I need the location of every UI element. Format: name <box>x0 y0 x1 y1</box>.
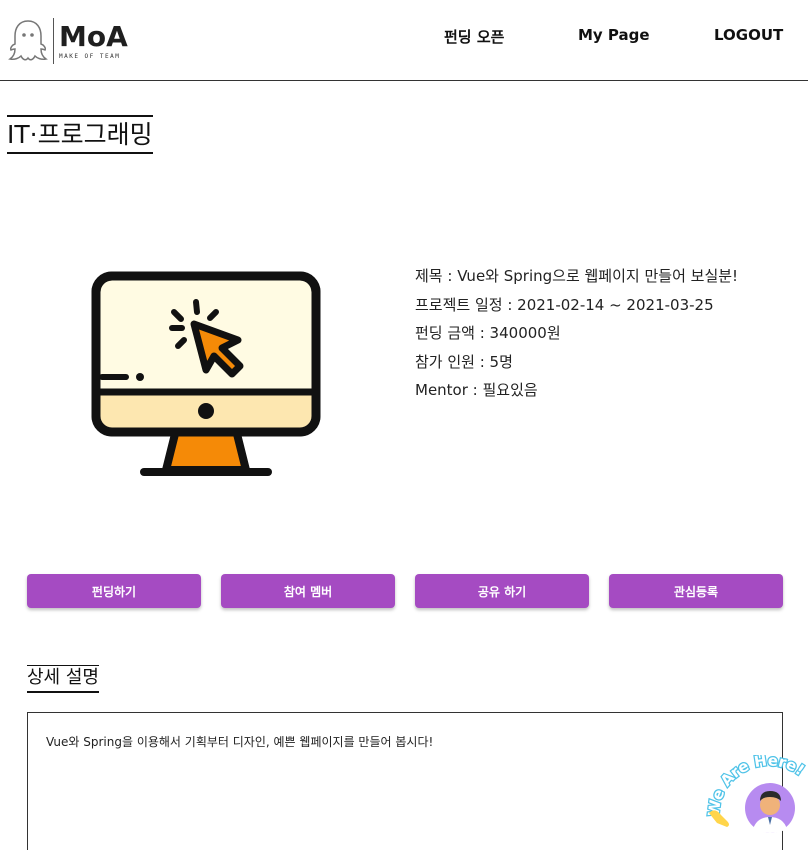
project-funding-amount: 펀딩 금액 : 340000원 <box>415 324 561 342</box>
nav-logout[interactable]: LOGOUT <box>714 26 783 44</box>
chat-avatar-icon[interactable]: We Are Here! <box>705 755 808 850</box>
interest-button[interactable]: 관심등록 <box>609 574 783 608</box>
nav-open-funding[interactable]: 펀딩 오픈 <box>444 26 504 47</box>
members-button[interactable]: 참여 멤버 <box>221 574 395 608</box>
header: MoA MAKE OF TEAM 펀딩 오픈 My Page LOGOUT <box>0 0 808 81</box>
nav-my-page[interactable]: My Page <box>578 26 650 44</box>
logo-divider <box>53 18 54 64</box>
project-info: 제목 : Vue와 Spring으로 웹페이지 만들어 보실분! 프로젝트 일정… <box>415 263 738 406</box>
project-mentor: Mentor : 필요있음 <box>415 381 538 399</box>
logo-wordmark: MoA <box>59 19 128 53</box>
detail-text: Vue와 Spring을 이용해서 기획부터 디자인, 예쁜 웹페이지를 만들어… <box>46 735 434 749</box>
project-title: 제목 : Vue와 Spring으로 웹페이지 만들어 보실분! <box>415 267 739 285</box>
fund-button[interactable]: 펀딩하기 <box>27 574 201 608</box>
logo-text: MoA MAKE OF TEAM <box>59 19 128 60</box>
category-title: IT·프로그래밍 <box>7 115 153 154</box>
detail-title: 상세 설명 <box>27 665 99 693</box>
project-schedule: 프로젝트 일정 : 2021-02-14 ~ 2021-03-25 <box>415 295 714 314</box>
project-participants: 참가 인원 : 5명 <box>415 352 513 371</box>
ghost-logo-icon <box>8 20 48 61</box>
detail-box: Vue와 Spring을 이용해서 기획부터 디자인, 예쁜 웹페이지를 만들어… <box>27 712 783 850</box>
monitor-cursor-icon <box>91 271 321 476</box>
logo-tagline: MAKE OF TEAM <box>59 52 121 60</box>
share-button[interactable]: 공유 하기 <box>415 574 589 608</box>
logo[interactable]: MoA MAKE OF TEAM <box>8 16 128 66</box>
